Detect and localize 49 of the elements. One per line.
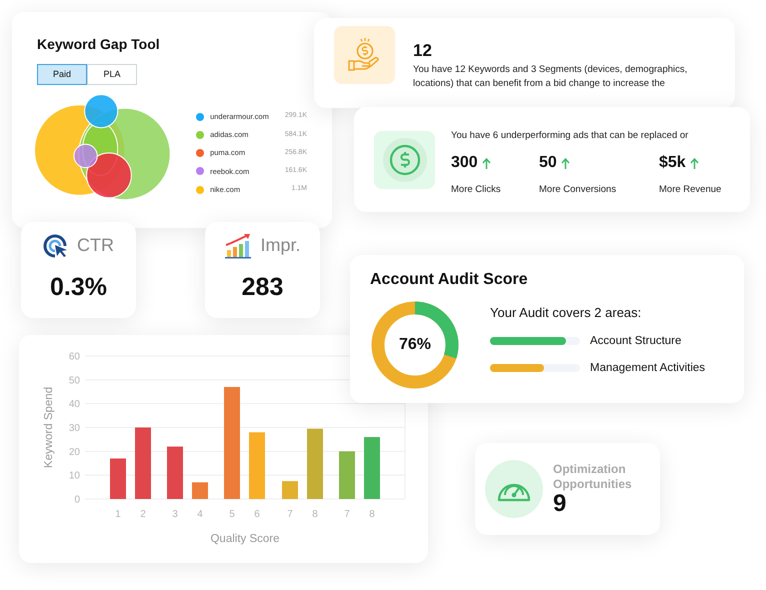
stat-value: 300 — [451, 153, 478, 174]
ads-text: You have 6 underperforming ads that can be replaced or — [451, 129, 690, 143]
y-tick-label: 10 — [68, 470, 80, 482]
x-tick-label: 7 — [287, 509, 293, 520]
card-title: Keyword Gap Tool — [37, 35, 161, 54]
x-tick-label: 3 — [172, 509, 178, 520]
y-tick-label: 0 — [74, 494, 80, 506]
area-label: Management Activities — [590, 360, 706, 376]
y-tick-label: 50 — [68, 375, 80, 386]
up-arrow-icon — [690, 158, 699, 169]
x-tick-label: 4 — [197, 509, 203, 520]
bar-chart-rising-icon — [224, 232, 252, 258]
stat-label: More Conversions — [539, 183, 618, 198]
x-tick-label: 7 — [344, 509, 350, 520]
tab[interactable]: Paid — [37, 64, 87, 85]
metric-label: CTR — [77, 234, 114, 257]
y-tick-label: 30 — [68, 423, 80, 434]
y-tick-label: 40 — [68, 399, 80, 410]
y-axis-title: Keyword Spend — [43, 386, 55, 468]
tab[interactable]: PLA — [87, 64, 137, 85]
area-label: Account Structure — [590, 334, 682, 348]
stat-label: More Clicks — [451, 183, 502, 198]
money-hand-icon — [334, 26, 395, 84]
x-tick-label: 5 — [229, 509, 235, 520]
up-arrow-icon — [482, 158, 491, 169]
y-tick-label: 20 — [68, 446, 80, 458]
stat-label: More Revenue — [659, 183, 722, 198]
keyword-count: 12 — [413, 42, 433, 59]
x-tick-label: 8 — [369, 509, 375, 520]
up-arrow-icon — [560, 158, 570, 169]
optimization-label: Optimization Opportunities — [553, 462, 633, 492]
optimization-value: 9 — [553, 492, 566, 516]
metric-label: Impr. — [260, 234, 300, 257]
x-tick-label: 2 — [140, 509, 146, 520]
dollar-coin-icon — [374, 131, 435, 189]
y-tick-label: 60 — [68, 352, 80, 362]
x-tick-label: 8 — [312, 509, 318, 520]
metric-value: 283 — [242, 272, 284, 303]
stat-value: $5k — [659, 153, 686, 174]
score-value: 76% — [398, 337, 432, 353]
metric-value: 0.3% — [50, 272, 107, 303]
bid-change-text: You have 12 Keywords and 3 Segments (devices, demographics, locations) that can benefit from a bid change to increase the — [413, 63, 688, 91]
x-tick-label: 6 — [254, 509, 260, 520]
x-axis-title: Quality Score — [210, 533, 280, 545]
x-tick-label: 1 — [115, 509, 121, 520]
audit-subtitle: Your Audit covers 2 areas: — [490, 304, 642, 322]
card-title: Account Audit Score — [370, 270, 529, 290]
stat-value: 50 — [539, 153, 557, 174]
cursor-target-icon — [43, 232, 69, 258]
